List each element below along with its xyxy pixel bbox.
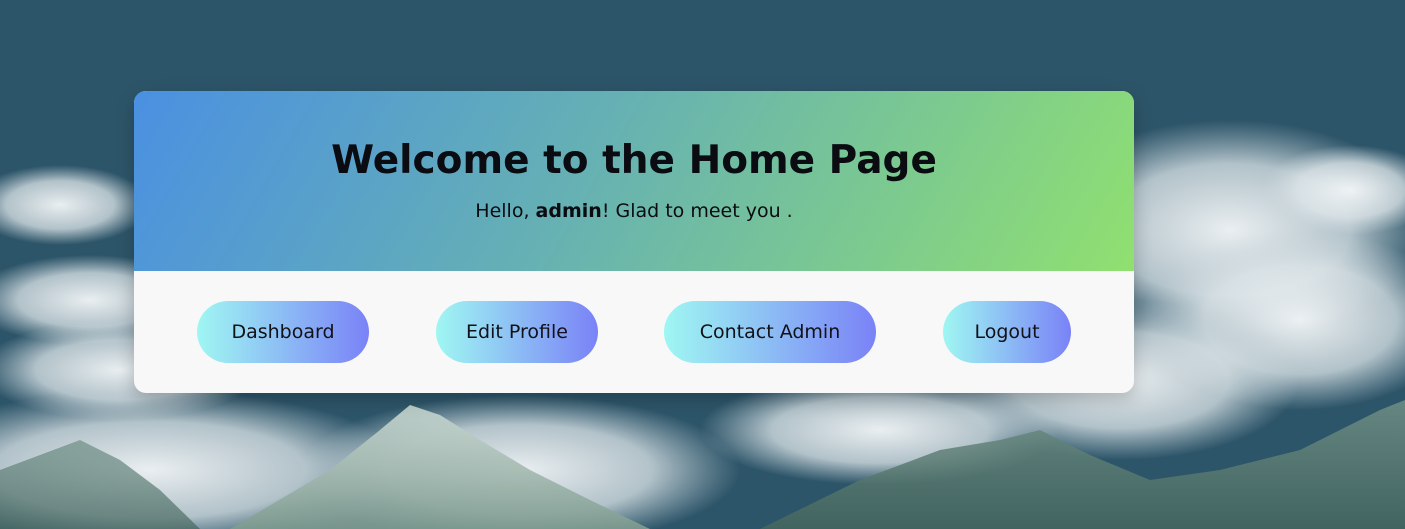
welcome-card: Welcome to the Home Page Hello, admin! G… [134, 91, 1134, 393]
username: admin [535, 200, 602, 222]
edit-profile-button[interactable]: Edit Profile [436, 301, 598, 363]
action-bar: Dashboard Edit Profile Contact Admin Log… [134, 271, 1134, 393]
logout-button[interactable]: Logout [943, 301, 1071, 363]
welcome-header: Welcome to the Home Page Hello, admin! G… [134, 91, 1134, 271]
greeting-text: Hello, admin! Glad to meet you . [134, 199, 1134, 223]
contact-admin-button[interactable]: Contact Admin [664, 301, 876, 363]
dashboard-button[interactable]: Dashboard [197, 301, 369, 363]
greeting-suffix: ! Glad to meet you . [601, 200, 793, 222]
greeting-prefix: Hello, [475, 200, 536, 222]
page-title: Welcome to the Home Page [331, 138, 937, 183]
